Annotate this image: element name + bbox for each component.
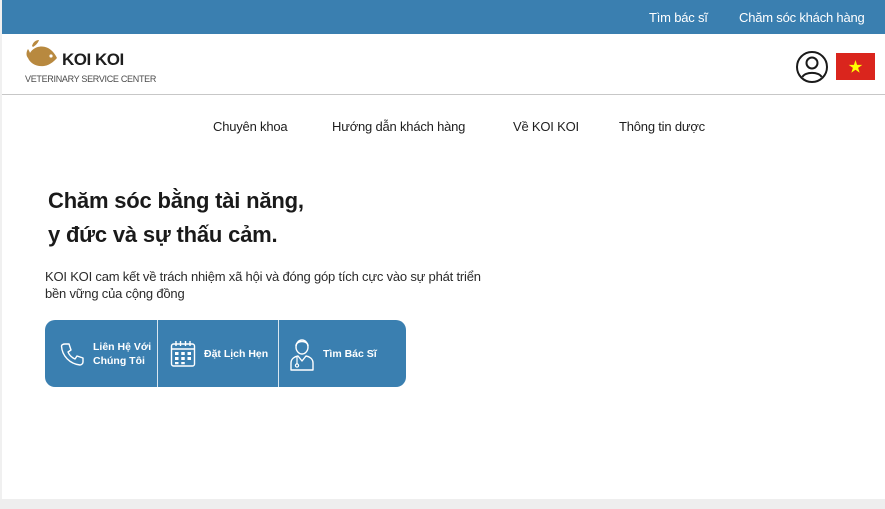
find-doctor-link[interactable]: Tìm bác sĩ (649, 10, 708, 25)
doctor-icon (290, 338, 314, 371)
vietnam-flag-icon (836, 53, 875, 80)
contact-us-button[interactable]: Liên Hệ Với Chúng Tôi (45, 320, 157, 387)
customer-care-link[interactable]: Chăm sóc khách hàng (739, 10, 865, 25)
phone-icon (60, 342, 84, 366)
user-account-button[interactable] (795, 50, 829, 84)
hero-title-line-1: Chăm sóc bằng tài năng, (48, 188, 304, 213)
hero-title: Chăm sóc bằng tài năng, y đức và sự thấu… (48, 184, 304, 252)
language-selector[interactable] (836, 53, 875, 80)
hero-title-line-2: y đức và sự thấu cảm. (48, 222, 278, 247)
find-doctor-label: Tìm Bác Sĩ (323, 347, 377, 360)
book-appointment-button[interactable]: Đặt Lịch Hẹn (157, 320, 278, 387)
hero-description: KOI KOI cam kết về trách nhiệm xã hội và… (45, 269, 481, 301)
nav-item-customer-guide[interactable]: Hướng dẫn khách hàng (332, 119, 465, 134)
page-bottom-strip (0, 499, 885, 509)
nav-item-drug-info[interactable]: Thông tin dược (619, 119, 705, 134)
user-circle-icon (796, 51, 828, 83)
top-utility-bar: Tìm bác sĩ Chăm sóc khách hàng (2, 0, 885, 34)
cta-bar: Liên Hệ Với Chúng Tôi Đặt Lịch Hẹn Tìm B… (45, 320, 406, 387)
brand-name: KOI KOI (62, 50, 124, 69)
book-appointment-label: Đặt Lịch Hẹn (204, 347, 269, 360)
calendar-icon (170, 340, 196, 367)
main-navigation: Chuyên khoa Hướng dẫn khách hàng Về KOI … (2, 95, 885, 145)
brand-tagline: VETERINARY SERVICE CENTER (25, 74, 157, 84)
nav-item-about[interactable]: Về KOI KOI (513, 119, 579, 134)
fish-logo-icon (26, 40, 57, 67)
contact-us-label: Liên Hệ Với Chúng Tôi (93, 340, 152, 367)
nav-item-specialties[interactable]: Chuyên khoa (213, 119, 288, 134)
find-doctor-button[interactable]: Tìm Bác Sĩ (278, 320, 406, 387)
site-logo[interactable]: KOI KOI VETERINARY SERVICE CENTER (24, 36, 174, 86)
site-header: KOI KOI VETERINARY SERVICE CENTER (2, 34, 885, 95)
